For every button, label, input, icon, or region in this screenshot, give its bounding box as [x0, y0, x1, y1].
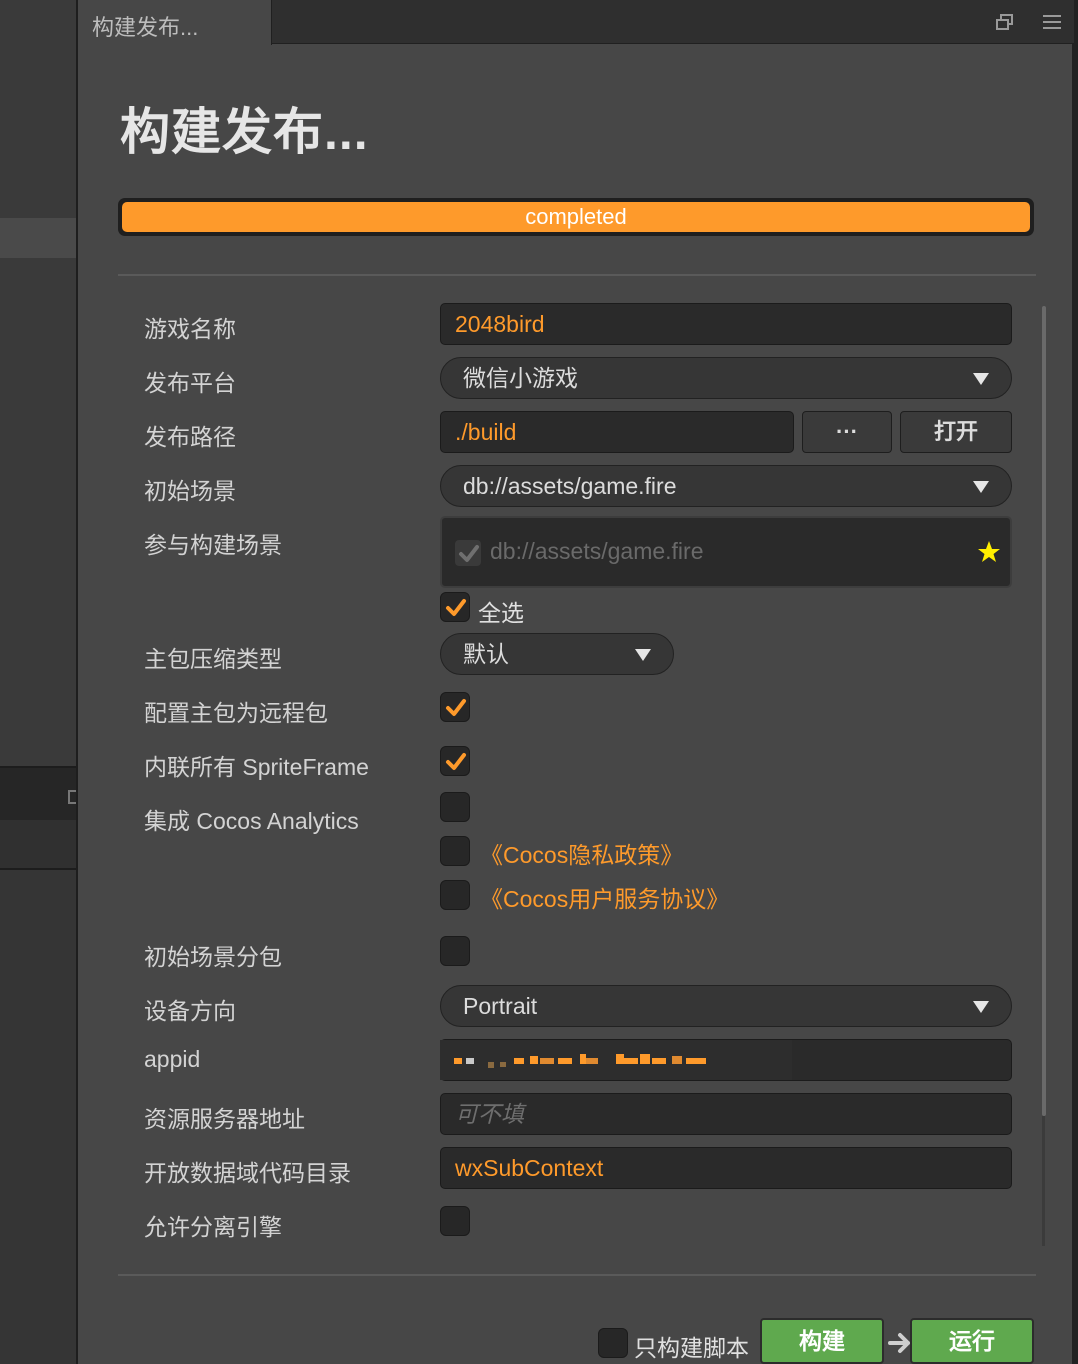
build-script-only-label[interactable]: 只构建脚本 [634, 1329, 749, 1363]
start-scene-subpackage-label: 初始场景分包 [144, 944, 282, 970]
game-name-label: 游戏名称 [144, 316, 236, 342]
open-data-context-label: 开放数据域代码目录 [144, 1160, 351, 1186]
checkmark-icon [459, 545, 479, 562]
divider-top [118, 274, 1036, 276]
platform-label: 发布平台 [144, 370, 236, 396]
open-data-context-input[interactable]: wxSubContext [440, 1147, 1012, 1189]
game-name-input[interactable]: 2048bird [440, 303, 1012, 345]
inline-spriteframe-label: 内联所有 SpriteFrame [144, 754, 369, 780]
start-scene-select-value: db://assets/game.fire [463, 473, 677, 499]
background-editor-strip [0, 0, 76, 1364]
panel-tab[interactable]: 构建发布... [78, 0, 272, 45]
chevron-down-icon [635, 649, 651, 661]
divider-bottom [118, 1274, 1036, 1276]
inline-spriteframe-checkbox[interactable] [440, 746, 470, 776]
start-scene-label: 初始场景 [144, 478, 236, 504]
main-remote-label: 配置主包为远程包 [144, 700, 328, 726]
open-path-button[interactable]: 打开 [900, 411, 1012, 453]
included-scenes-label: 参与构建场景 [144, 532, 282, 558]
main-remote-checkbox[interactable] [440, 692, 470, 722]
chevron-down-icon [973, 481, 989, 493]
build-progress-bar: completed [118, 198, 1034, 236]
chevron-down-icon [973, 373, 989, 385]
orientation-select[interactable]: Portrait [440, 985, 1012, 1027]
page-title: 构建发布... [120, 104, 369, 160]
background-selected-row [0, 218, 76, 258]
run-button[interactable]: 运行 [910, 1318, 1034, 1364]
checkmark-icon [446, 699, 466, 716]
appid-redaction [440, 1040, 792, 1080]
select-all-label[interactable]: 全选 [478, 594, 524, 628]
redacted-pixels [454, 1054, 706, 1068]
separate-engine-label: 允许分离引擎 [144, 1214, 282, 1240]
restore-window-icon[interactable] [996, 14, 1014, 30]
panel-tab-bar: 构建发布... [78, 0, 1074, 45]
orientation-select-value: Portrait [463, 993, 538, 1019]
service-agreement-checkbox[interactable] [440, 880, 470, 910]
checkmark-icon [446, 753, 466, 770]
separate-engine-checkbox[interactable] [440, 1206, 470, 1236]
background-panel-header [0, 766, 76, 820]
panel-menu-icon[interactable] [1042, 14, 1062, 30]
star-icon [978, 541, 1000, 562]
build-script-only-checkbox[interactable] [598, 1328, 628, 1358]
background-panel-toolbar [0, 820, 76, 870]
scrollbar-track[interactable] [1042, 1116, 1045, 1246]
chevron-down-icon [973, 1001, 989, 1013]
main-compression-select[interactable]: 默认 [440, 633, 674, 675]
build-panel: 构建发布... 构建发布... completed 游戏名称 2048bird … [76, 0, 1074, 1364]
arrow-right-icon [888, 1333, 910, 1353]
privacy-policy-checkbox[interactable] [440, 836, 470, 866]
platform-select[interactable]: 微信小游戏 [440, 357, 1012, 399]
start-scene-subpackage-checkbox[interactable] [440, 936, 470, 966]
select-all-checkbox[interactable] [440, 592, 470, 622]
remote-server-label: 资源服务器地址 [144, 1106, 305, 1132]
platform-select-value: 微信小游戏 [463, 365, 578, 391]
cocos-analytics-label: 集成 Cocos Analytics [144, 808, 359, 834]
appid-label: appid [144, 1046, 201, 1072]
checkmark-icon [446, 599, 466, 616]
cocos-analytics-checkbox[interactable] [440, 792, 470, 822]
scene-list: db://assets/game.fire [440, 516, 1012, 588]
start-scene-select[interactable]: db://assets/game.fire [440, 465, 1012, 507]
main-compression-label: 主包压缩类型 [144, 646, 282, 672]
build-path-input[interactable]: ./build [440, 411, 794, 453]
build-button[interactable]: 构建 [760, 1318, 884, 1364]
scene-checkbox[interactable] [454, 539, 482, 567]
orientation-label: 设备方向 [144, 998, 236, 1024]
background-pin-icon [68, 790, 76, 804]
progress-status-text: completed [525, 204, 627, 229]
main-compression-select-value: 默认 [463, 641, 509, 667]
service-agreement-link[interactable]: 《Cocos用户服务协议》 [480, 880, 729, 914]
build-path-label: 发布路径 [144, 424, 236, 450]
background-panel-body [0, 870, 76, 1364]
privacy-policy-link[interactable]: 《Cocos隐私政策》 [480, 836, 683, 870]
scrollbar-thumb[interactable] [1042, 306, 1046, 1116]
background-right-edge [1072, 0, 1078, 1364]
remote-server-input[interactable]: 可不填 [440, 1093, 1012, 1135]
browse-path-button[interactable]: ··· [802, 411, 892, 453]
scene-list-item: db://assets/game.fire [490, 538, 704, 564]
